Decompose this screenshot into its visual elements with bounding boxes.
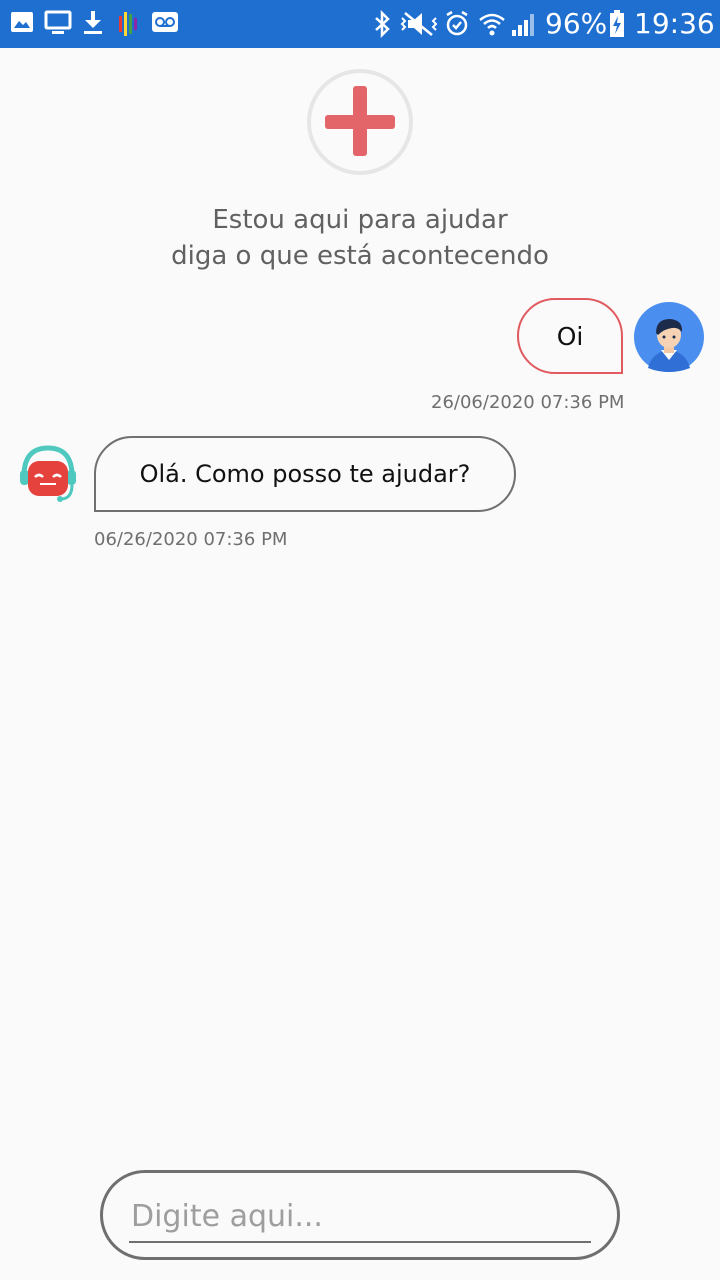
message-input[interactable]: [129, 1191, 591, 1243]
alarm-icon: [444, 10, 470, 38]
intro-line-1: Estou aqui para ajudar: [0, 202, 720, 238]
monitor-icon: [44, 10, 72, 36]
battery-percentage: 96%: [545, 8, 607, 40]
user-message-bubble: Oi: [517, 298, 623, 374]
user-avatar-icon: [634, 302, 704, 372]
message-composer: [100, 1170, 620, 1260]
intro-line-2: diga o que está acontecendo: [0, 238, 720, 274]
mute-icon: [400, 10, 438, 38]
app-colorful-icon: [116, 10, 140, 38]
status-bar: 96% 19:36: [0, 0, 720, 48]
wifi-icon: [478, 10, 506, 38]
signal-icon: [510, 10, 538, 38]
bluetooth-icon: [373, 10, 393, 38]
user-message-text: Oi: [557, 322, 584, 351]
bot-headset-icon: [18, 444, 78, 504]
clock: 19:36: [634, 8, 715, 40]
intro-text: Estou aqui para ajudar diga o que está a…: [0, 202, 720, 274]
image-icon: [10, 10, 34, 34]
bot-message-timestamp: 06/26/2020 07:36 PM: [94, 529, 287, 550]
download-icon: [82, 10, 104, 36]
red-cross-icon: [306, 68, 414, 176]
user-message-timestamp: 26/06/2020 07:36 PM: [431, 392, 624, 413]
bot-message-bubble: Olá. Como posso te ajudar?: [94, 436, 516, 512]
voicemail-icon: [151, 10, 179, 34]
bot-message-text: Olá. Como posso te ajudar?: [140, 460, 471, 488]
battery-charging-icon: [608, 9, 626, 39]
